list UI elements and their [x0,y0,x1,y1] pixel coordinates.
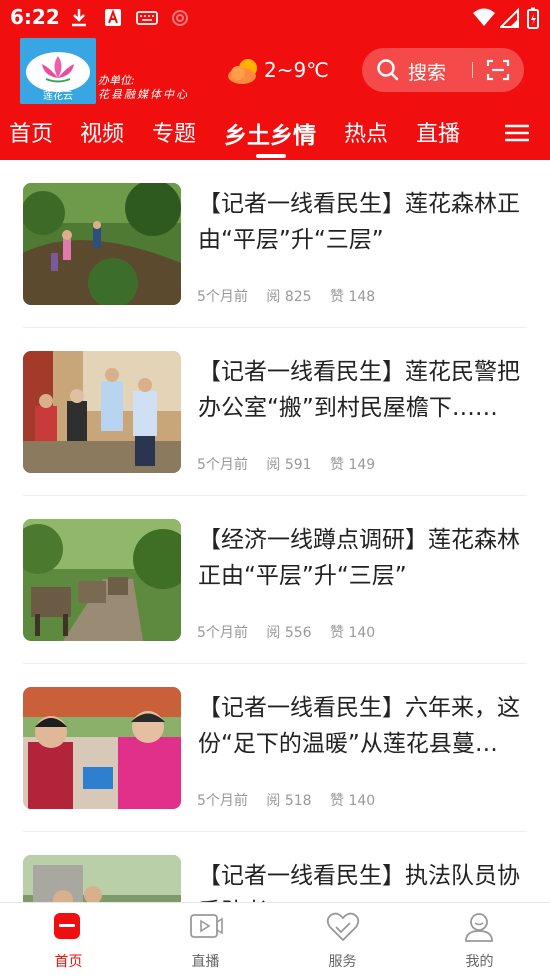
signal-icon [500,7,519,28]
article-meta: 5个月前 阅 591 赞 149 [197,454,389,474]
bottom-nav-label: 直播 [191,954,220,970]
live-video-icon [190,914,223,938]
article-thumbnail [23,687,181,809]
list-item[interactable]: 【记者一线看民生】六年来，这份“足下的温暖”从莲花县蔓延…… 5个月前 阅 51… [0,664,550,832]
weather-cloud-sun-icon [228,59,257,84]
bottom-nav-label: 服务 [328,954,357,970]
font-app-icon [105,9,121,26]
wifi-icon [473,8,495,26]
org-line2: 花县融媒体中心 [98,88,189,101]
keyboard-icon [136,11,158,25]
search-label: 搜索 [408,62,447,84]
status-time: 6:22 [10,5,60,29]
article-thumbnail [23,183,181,305]
search-icon [377,59,399,81]
list-item[interactable]: 【经济一线蹲点调研】莲花森林正由“平层”升“三层” 5个月前 阅 556 赞 1… [0,496,550,664]
battery-icon [527,7,539,29]
article-meta: 5个月前 阅 825 赞 148 [197,286,389,306]
tab-video[interactable]: 视频 [80,116,124,148]
article-reads: 阅 825 [266,289,312,305]
article-title[interactable]: 【记者一线看民生】执法队员协手队者 [198,858,523,902]
tab-topics[interactable]: 专题 [152,116,196,148]
list-item[interactable]: 【记者一线看民生】莲花森林正由“平层”升“三层” 5个月前 阅 825 赞 14… [0,160,550,328]
list-item[interactable]: 【记者一线看民生】莲花民警把办公室“搬”到村民屋檐下…… 5个月前 阅 591 … [0,328,550,496]
tab-home[interactable]: 首页 [9,116,53,148]
bottom-nav-mine[interactable]: 我的 [411,903,548,979]
heart-service-icon [326,912,360,942]
article-likes: 赞 148 [330,289,376,305]
article-time: 5个月前 [197,793,248,809]
article-time: 5个月前 [197,625,248,641]
active-tab-indicator [256,154,286,158]
article-title[interactable]: 【记者一线看民生】六年来，这份“足下的温暖”从莲花县蔓延…… [198,690,523,762]
article-likes: 赞 140 [330,625,376,641]
bottom-nav-label: 我的 [465,954,494,970]
app-logo: 莲花云 [20,38,96,104]
article-meta: 5个月前 阅 556 赞 140 [197,622,389,642]
bottom-nav-live[interactable]: 直播 [137,903,274,979]
bottom-navigation: 首页 直播 服务 我的 [0,902,550,979]
tab-live[interactable]: 直播 [416,116,460,148]
article-title[interactable]: 【记者一线看民生】莲花森林正由“平层”升“三层” [198,186,523,258]
bottom-nav-label: 首页 [54,954,83,970]
article-likes: 赞 140 [330,793,376,809]
article-list: 【记者一线看民生】莲花森林正由“平层”升“三层” 5个月前 阅 825 赞 14… [0,160,550,902]
menu-icon[interactable] [505,123,529,143]
logo-text: 莲花云 [43,91,73,102]
tab-local[interactable]: 乡土乡情 [224,116,316,150]
circle-status-icon [172,10,188,26]
bottom-nav-service[interactable]: 服务 [274,903,411,979]
bottom-nav-home[interactable]: 首页 [0,903,137,979]
scan-icon[interactable] [486,58,510,82]
article-thumbnail [23,855,181,902]
search-divider [472,62,473,78]
article-reads: 阅 518 [266,793,312,809]
user-profile-icon [465,913,493,942]
article-title[interactable]: 【记者一线看民生】莲花民警把办公室“搬”到村民屋檐下…… [198,354,523,426]
home-icon [54,913,80,939]
status-bar: 6:22 [0,0,550,36]
article-likes: 赞 149 [330,457,376,473]
tab-hot[interactable]: 热点 [344,116,388,148]
search-bar[interactable]: 搜索 [362,48,524,92]
article-time: 5个月前 [197,289,248,305]
weather-temperature: 2~9℃ [264,58,329,82]
download-icon [72,9,86,27]
article-reads: 阅 591 [266,457,312,473]
list-item[interactable]: 【记者一线看民生】执法队员协手队者 [0,832,550,902]
app-header: 莲花云 办单位: 花县融媒体中心 2~9℃ 搜索 [0,36,550,106]
article-thumbnail [23,351,181,473]
article-thumbnail [23,519,181,641]
article-time: 5个月前 [197,457,248,473]
article-title[interactable]: 【经济一线蹲点调研】莲花森林正由“平层”升“三层” [198,522,523,594]
channel-tabs: 首页 视频 专题 乡土乡情 热点 直播 阝 [0,106,550,160]
article-reads: 阅 556 [266,625,312,641]
article-meta: 5个月前 阅 518 赞 140 [197,790,389,810]
